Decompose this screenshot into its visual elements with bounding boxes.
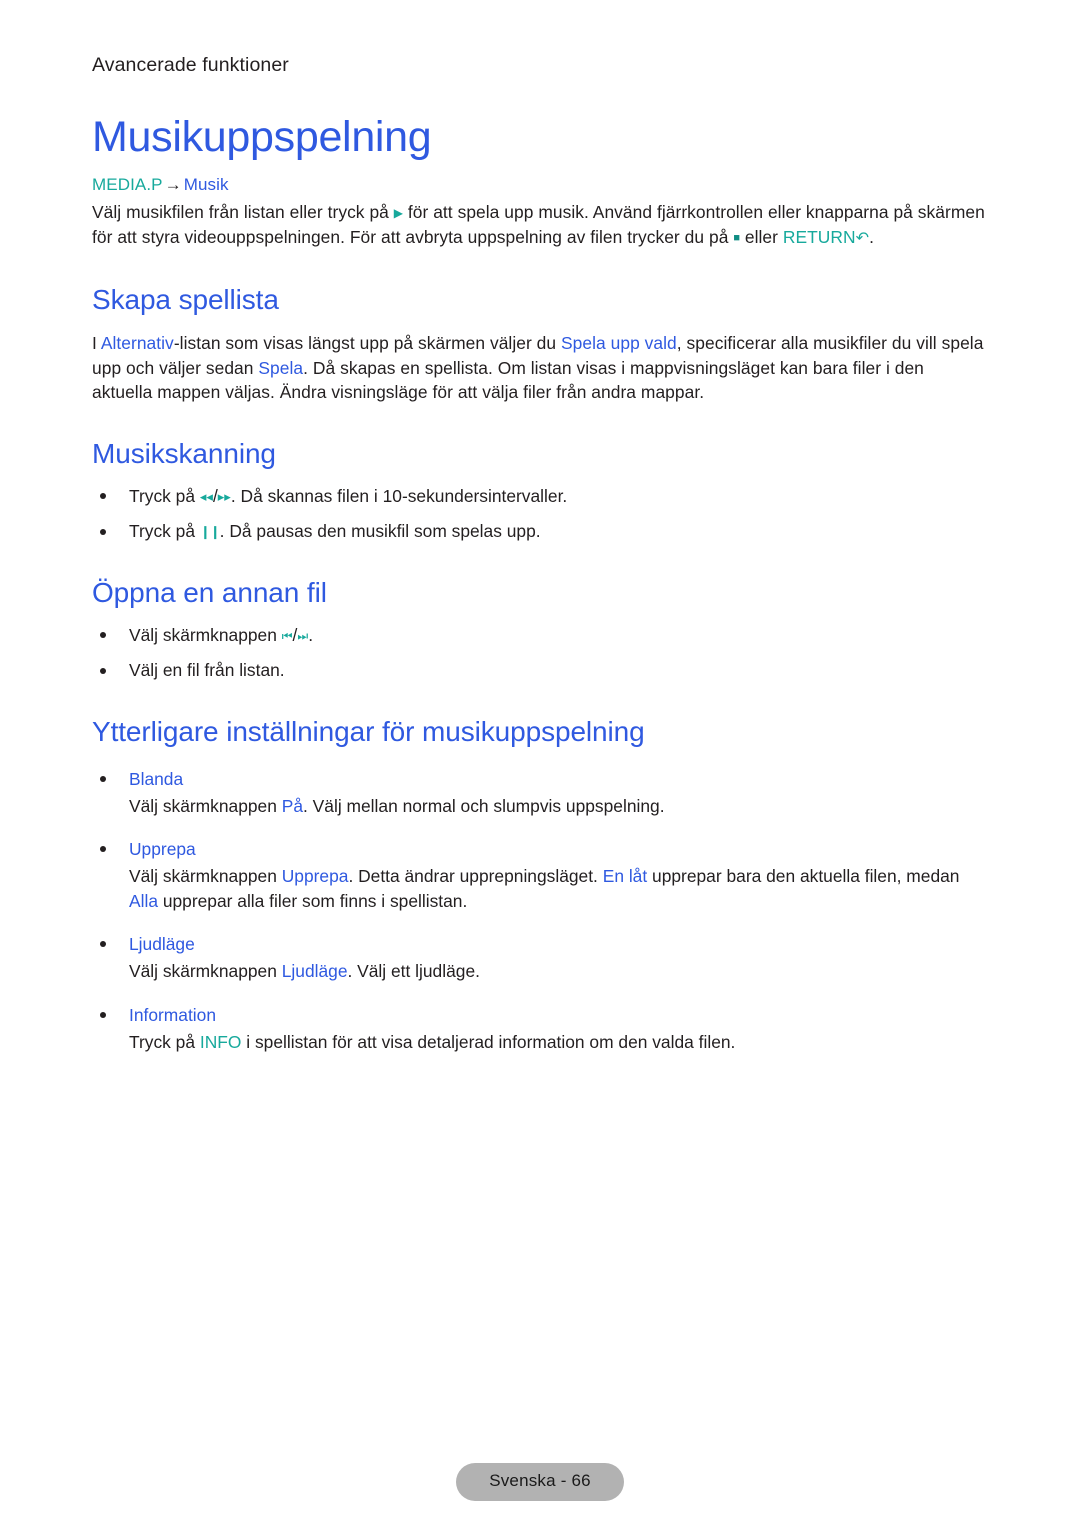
playlist-text-2: -listan som visas längst upp på skärmen …	[173, 333, 562, 353]
desc-mid: . Välj ett ljudläge.	[347, 961, 480, 981]
desc-pre: Välj skärmknappen	[129, 961, 282, 981]
settings-list: Blanda Välj skärmknappen På. Välj mellan…	[92, 767, 988, 1055]
desc-link-en-lat: En låt	[602, 866, 648, 886]
manual-page: Avancerade funktioner Musikuppspelning M…	[0, 0, 1080, 1534]
desc-link-upprepa: Upprepa	[281, 866, 349, 886]
skip-next-icon: ⏭	[297, 628, 309, 643]
return-text: RETURN	[782, 226, 856, 247]
list-item: Ljudläge Välj skärmknappen Ljudläge. Väl…	[92, 932, 988, 984]
intro-text-3: eller	[739, 226, 783, 247]
desc-mid2: upprepar bara den aktuella filen, medan	[647, 866, 960, 886]
page-content: Musikuppspelning MEDIA.P → Musik Välj musi…	[92, 112, 988, 1054]
desc-link-alla: Alla	[129, 890, 158, 911]
scan-bullet-2-pre: Tryck på	[129, 521, 200, 541]
section-heading-open-file: Öppna en annan fil	[92, 576, 327, 608]
intro-paragraph: Välj musikfilen från listan eller tryck …	[92, 200, 988, 251]
setting-term-upprepa: Upprepa	[129, 839, 196, 859]
list-item: Blanda Välj skärmknappen På. Välj mellan…	[92, 767, 988, 819]
setting-desc-upprepa: Välj skärmknappen Upprepa. Detta ändrar …	[129, 864, 988, 913]
open-bullet-1-pre: Välj skärmknappen	[129, 624, 282, 645]
section-heading-playlist: Skapa spellista	[92, 284, 279, 315]
playlist-link-alternativ: Alternativ	[100, 333, 174, 353]
rewind-icon: ◂◂	[199, 488, 213, 504]
desc-pre: Tryck på	[129, 1031, 200, 1052]
list-item: Upprepa Välj skärmknappen Upprepa. Detta…	[92, 837, 988, 913]
list-item: Välj skärmknappen ⏮/⏭.	[92, 623, 988, 648]
list-item: Information Tryck på INFO i spellistan f…	[92, 1003, 988, 1055]
open-bullet-2-pre: Välj en fil från listan.	[129, 660, 285, 680]
desc-pre: Välj skärmknappen	[129, 795, 282, 816]
page-title: Musikuppspelning	[92, 113, 432, 161]
open-bullet-1-post: .	[308, 624, 314, 645]
list-item: Välj en fil från listan.	[92, 658, 988, 683]
playlist-link-spela-upp-vald: Spela upp vald	[561, 333, 677, 353]
list-item: Tryck på ◂◂/▸▸. Då skannas filen i 10-se…	[92, 484, 988, 509]
info-key-label: INFO	[199, 1031, 242, 1052]
skip-previous-icon: ⏮	[281, 628, 293, 643]
playlist-paragraph: I Alternativ-listan som visas längst upp…	[92, 331, 988, 405]
desc-mid: . Detta ändrar upprepningsläget.	[348, 866, 603, 886]
setting-desc-ljudlage: Välj skärmknappen Ljudläge. Välj ett lju…	[129, 959, 988, 984]
playlist-link-spela: Spela	[258, 357, 304, 378]
play-icon: ▶	[393, 206, 403, 220]
list-item: Tryck på ❙❙. Då pausas den musikfil som …	[92, 519, 988, 544]
section-heading-more-settings: Ytterligare inställningar för musikuppsp…	[92, 715, 645, 747]
open-file-bullet-list: Välj skärmknappen ⏮/⏭. Välj en fil från …	[92, 623, 988, 683]
setting-term-information: Information	[129, 1004, 216, 1025]
setting-desc-blanda: Välj skärmknappen På. Välj mellan normal…	[129, 794, 988, 819]
desc-link-ljudlage: Ljudläge	[281, 961, 348, 981]
desc-pre: Välj skärmknappen	[129, 866, 282, 886]
desc-mid: i spellistan för att visa detaljerad inf…	[241, 1031, 736, 1052]
playlist-text-1: I	[92, 333, 101, 353]
return-arrow-icon: ↶	[855, 229, 870, 247]
desc-post: upprepar alla filer som finns i spellist…	[158, 890, 468, 911]
return-key-label: RETURN↶	[783, 227, 869, 247]
pause-icon: ❙❙	[199, 524, 221, 539]
setting-term-blanda: Blanda	[129, 768, 184, 789]
menu-path: MEDIA.P → Musik	[92, 174, 988, 196]
scan-bullet-1-pre: Tryck på	[129, 485, 200, 506]
menu-path-target: Musik	[183, 175, 229, 194]
setting-term-ljudlage: Ljudläge	[129, 934, 195, 954]
scanning-bullet-list: Tryck på ◂◂/▸▸. Då skannas filen i 10-se…	[92, 484, 988, 544]
menu-path-key: MEDIA.P	[92, 175, 163, 194]
running-header: Avancerade funktioner	[92, 54, 289, 76]
stop-icon: ■	[733, 231, 740, 244]
fast-forward-icon: ▸▸	[217, 488, 231, 504]
desc-mid: . Välj mellan normal och slumpvis uppspe…	[303, 795, 665, 816]
intro-text-4: .	[869, 226, 874, 247]
arrow-right-icon: →	[164, 175, 182, 194]
desc-link-pa: På	[281, 795, 304, 816]
intro-text-1: Välj musikfilen från listan eller tryck …	[92, 202, 394, 222]
scan-bullet-2-post: . Då pausas den musikfil som spelas upp.	[219, 521, 541, 541]
page-number-badge: Svenska - 66	[456, 1463, 624, 1501]
section-heading-scanning: Musikskanning	[92, 437, 276, 469]
scan-bullet-1-post: . Då skannas filen i 10-sekundersinterva…	[230, 485, 568, 506]
setting-desc-information: Tryck på INFO i spellistan för att visa …	[129, 1030, 988, 1055]
